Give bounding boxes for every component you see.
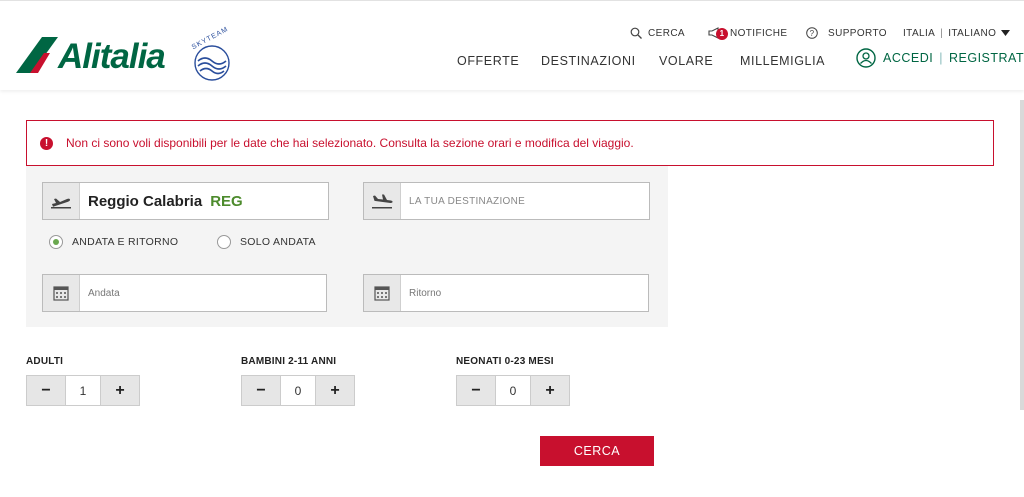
error-icon: !: [40, 136, 53, 150]
help-circle-icon: ?: [806, 27, 818, 39]
language-selector[interactable]: ITALIA | ITALIANO: [903, 25, 1011, 41]
trip-type-roundtrip[interactable]: ANDATA E RITORNO: [49, 235, 178, 249]
language-label: ITALIANO: [948, 27, 997, 39]
support-label: SUPPORTO: [828, 27, 887, 39]
landing-icon: [372, 194, 393, 209]
nav-destinazioni[interactable]: DESTINAZIONI: [541, 54, 636, 68]
children-label: BAMBINI 2-11 ANNI: [241, 356, 337, 367]
nav-volare[interactable]: VOLARE: [659, 54, 713, 68]
country-label: ITALIA: [903, 27, 936, 39]
svg-text:?: ?: [810, 29, 815, 38]
destination-value: LA TUA DESTINAZIONE: [409, 183, 525, 219]
return-icon-box: [364, 275, 401, 311]
destination-field[interactable]: LA TUA DESTINAZIONE: [363, 182, 650, 220]
infants-increment-button[interactable]: +: [531, 376, 569, 405]
page-scrollbar[interactable]: [1020, 100, 1024, 410]
origin-city: Reggio Calabria: [88, 192, 203, 210]
nav-offerte[interactable]: OFFERTE: [457, 54, 519, 68]
nav-millemiglia[interactable]: MILLEMIGLIA: [740, 54, 825, 68]
calendar-icon: [374, 286, 390, 301]
adults-count[interactable]: 1: [65, 376, 101, 405]
infants-decrement-button[interactable]: −: [457, 376, 495, 405]
departure-date-field[interactable]: Andata: [42, 274, 327, 312]
notifications-link[interactable]: 1 NOTIFICHE: [708, 25, 788, 41]
children-decrement-button[interactable]: −: [242, 376, 280, 405]
notifications-badge: 1: [716, 28, 728, 40]
alitalia-logo[interactable]: Alitalia SKYTEAM: [14, 26, 236, 83]
site-header: Alitalia SKYTEAM CERCA 1 NOTIFICHE ? SUP…: [0, 0, 1024, 90]
children-count[interactable]: 0: [280, 376, 316, 405]
children-increment-button[interactable]: +: [316, 376, 354, 405]
departure-value: Andata: [88, 275, 120, 311]
login-link[interactable]: ACCEDI: [883, 51, 933, 65]
support-link[interactable]: ? SUPPORTO: [806, 25, 887, 41]
roundtrip-radio[interactable]: [49, 235, 63, 249]
roundtrip-label: ANDATA E RITORNO: [72, 236, 179, 248]
notifications-icon-wrap: 1: [708, 25, 730, 41]
return-placeholder: Ritorno: [409, 287, 442, 299]
children-stepper: − 0 +: [241, 375, 355, 406]
notifications-label: NOTIFICHE: [730, 27, 788, 39]
adults-stepper: − 1 +: [26, 375, 140, 406]
search-icon: [630, 27, 642, 39]
login-separator: |: [939, 51, 943, 65]
oneway-label: SOLO ANDATA: [240, 236, 316, 248]
infants-count[interactable]: 0: [495, 376, 531, 405]
register-link[interactable]: REGISTRATI: [949, 51, 1024, 65]
skyteam-logo: SKYTEAM: [178, 26, 236, 88]
departure-icon-box: [43, 275, 80, 311]
return-date-field[interactable]: Ritorno: [363, 274, 649, 312]
adults-decrement-button[interactable]: −: [27, 376, 65, 405]
error-message: Non ci sono voli disponibili per le date…: [66, 136, 634, 150]
logo-wordmark: Alitalia: [58, 37, 166, 76]
search-flights-button[interactable]: CERCA: [540, 436, 654, 466]
origin-icon-box: [43, 183, 80, 219]
caret-down-icon: [1001, 30, 1011, 36]
alitalia-tail-icon: [16, 37, 58, 73]
error-alert: ! Non ci sono voli disponibili per le da…: [26, 120, 994, 166]
adults-increment-button[interactable]: +: [101, 376, 139, 405]
calendar-icon: [53, 286, 69, 301]
origin-code: REG: [210, 192, 243, 210]
search-link[interactable]: CERCA: [630, 25, 685, 41]
infants-stepper: − 0 +: [456, 375, 570, 406]
language-separator: |: [940, 27, 944, 39]
origin-value: Reggio Calabria REG: [88, 183, 243, 219]
user-icon: [856, 48, 876, 68]
origin-field[interactable]: Reggio Calabria REG: [42, 182, 329, 220]
destination-placeholder: LA TUA DESTINAZIONE: [409, 195, 526, 207]
login-area: ACCEDI | REGISTRATI: [856, 48, 1024, 68]
infants-label: NEONATI 0-23 MESI: [456, 356, 554, 367]
adults-label: ADULTI: [26, 356, 64, 367]
departure-placeholder: Andata: [88, 287, 120, 299]
takeoff-icon: [51, 198, 71, 209]
trip-type-oneway[interactable]: SOLO ANDATA: [217, 235, 316, 249]
return-value: Ritorno: [409, 275, 441, 311]
destination-icon-box: [364, 183, 401, 219]
oneway-radio[interactable]: [217, 235, 231, 249]
search-link-label: CERCA: [648, 27, 686, 39]
